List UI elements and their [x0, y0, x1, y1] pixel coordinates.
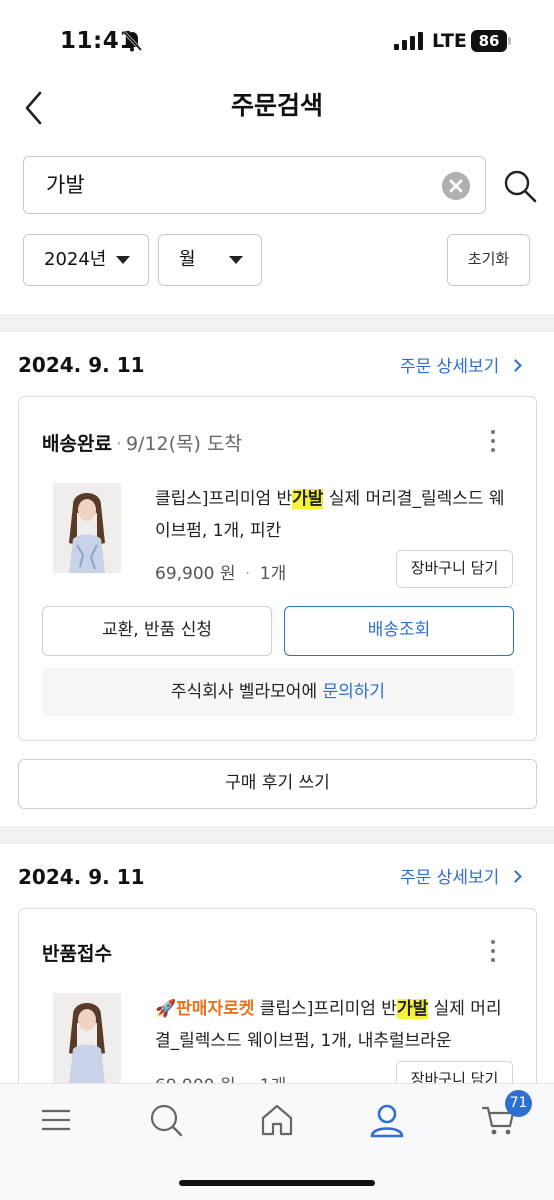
inquiry-text: 주식회사 벨라모어에	[170, 682, 323, 702]
year-select-value: 2024년	[44, 249, 107, 270]
section-divider	[0, 826, 554, 844]
inquiry-link[interactable]: 문의하기	[323, 682, 386, 702]
order-date: 2024. 9. 11	[18, 865, 145, 889]
home-indicator	[179, 1180, 375, 1186]
status-separator: ·	[115, 433, 122, 455]
battery-icon: 86	[471, 30, 507, 52]
page-title: 주문검색	[230, 91, 323, 120]
order-detail-label: 주문 상세보기	[400, 868, 500, 888]
add-to-cart-button[interactable]: 장바구니 담기	[396, 550, 513, 588]
status-label: 배송완료	[42, 433, 112, 455]
seller-rocket-badge: 🚀판매자로켓	[155, 999, 255, 1019]
order-detail-link[interactable]: 주문 상세보기	[400, 863, 523, 888]
home-icon[interactable]	[259, 1102, 295, 1138]
order-detail-label: 주문 상세보기	[400, 357, 500, 377]
product-name[interactable]: 클립스]프리미엄 반가발 실제 머리결_릴렉스드 웨이브펌, 1개, 피칸	[155, 483, 515, 547]
order-detail-link[interactable]: 주문 상세보기	[400, 352, 523, 377]
arrival-date: 9/12(목) 도착	[125, 433, 242, 455]
signal-icon	[394, 32, 424, 50]
chevron-right-icon	[509, 359, 523, 372]
order-status: 배송완료 · 9/12(목) 도착	[42, 429, 242, 456]
search-icon[interactable]	[502, 168, 538, 204]
section-divider	[0, 314, 554, 332]
month-select-value: 월	[179, 249, 196, 270]
product-thumbnail[interactable]	[53, 993, 121, 1083]
more-options-icon[interactable]	[488, 940, 498, 966]
product-name-part: 클립스]프리미엄 반	[155, 489, 293, 509]
chevron-right-icon	[509, 870, 523, 883]
cart-count-badge: 71	[505, 1090, 532, 1117]
status-label: 반품접수	[42, 943, 112, 965]
caret-down-icon	[116, 256, 130, 264]
battery-tip	[508, 37, 511, 45]
order-status: 반품접수	[42, 939, 112, 966]
exchange-return-button[interactable]: 교환, 반품 신청	[42, 606, 272, 656]
year-select[interactable]: 2024년	[23, 234, 149, 286]
product-price-line: 69,900 원 · 1개	[155, 559, 286, 584]
product-qty: 1개	[259, 564, 287, 584]
status-bar: 11:41 LTE 86	[0, 0, 554, 80]
search-input[interactable]: 가발	[23, 156, 486, 214]
search-icon[interactable]	[148, 1102, 184, 1138]
month-select[interactable]: 월	[158, 234, 262, 286]
product-price: 69,900 원	[155, 564, 236, 584]
menu-icon[interactable]	[38, 1102, 74, 1138]
search-highlight: 가발	[292, 489, 324, 509]
search-highlight: 가발	[396, 999, 429, 1019]
write-review-button[interactable]: 구매 후기 쓰기	[18, 759, 537, 809]
price-separator: ·	[239, 564, 256, 584]
network-label: LTE	[432, 30, 467, 52]
search-value: 가발	[46, 173, 85, 197]
caret-down-icon	[229, 256, 243, 264]
order-date: 2024. 9. 11	[18, 353, 145, 377]
seller-inquiry-bar: 주식회사 벨라모어에 문의하기	[42, 668, 514, 716]
clear-icon[interactable]	[442, 172, 470, 200]
order-card: 반품접수 🚀판매자로켓 클립스]프리미엄 반가발 실제 머리결_릴렉스드 웨이브…	[18, 908, 537, 1108]
product-name[interactable]: 🚀판매자로켓 클립스]프리미엄 반가발 실제 머리결_릴렉스드 웨이브펌, 1개…	[155, 993, 515, 1057]
more-options-icon[interactable]	[488, 430, 498, 456]
track-delivery-button[interactable]: 배송조회	[284, 606, 514, 656]
reset-button[interactable]: 초기화	[447, 234, 530, 286]
product-thumbnail[interactable]	[53, 483, 121, 573]
back-arrow-icon[interactable]	[20, 86, 50, 130]
bell-slash-icon	[122, 30, 142, 52]
user-icon[interactable]	[369, 1102, 405, 1138]
product-name-part: 클립스]프리미엄 반	[254, 999, 397, 1019]
order-card: 배송완료 · 9/12(목) 도착 클립스]프리미엄 반가발 실제 머리결_릴렉스드…	[18, 396, 537, 741]
